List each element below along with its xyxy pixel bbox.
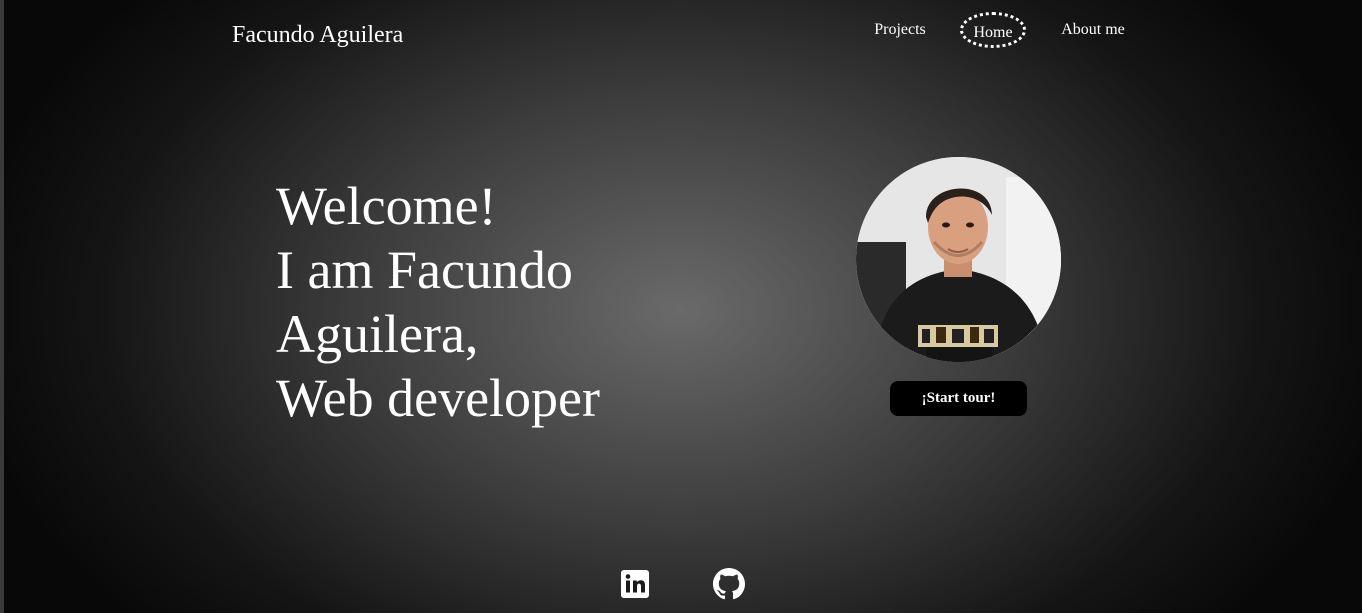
window-edge (0, 0, 4, 613)
start-tour-button[interactable]: ¡Start tour! (890, 381, 1027, 416)
hero-heading: Welcome! I am Facundo Aguilera, Web deve… (276, 174, 600, 430)
profile-photo-illustration (856, 157, 1061, 362)
nav-link-home[interactable]: Home (960, 12, 1026, 48)
github-link[interactable] (713, 568, 745, 600)
profile-photo (856, 157, 1061, 362)
nav-link-projects[interactable]: Projects (862, 10, 938, 50)
hero-line-role: Web developer (276, 368, 600, 428)
hero-line-name-1: I am Facundo (276, 240, 573, 300)
brand-name[interactable]: Facundo Aguilera (232, 19, 403, 51)
linkedin-icon (621, 570, 649, 598)
nav-link-about-me[interactable]: About me (1048, 10, 1138, 50)
linkedin-link[interactable] (619, 568, 651, 600)
github-icon (713, 568, 745, 600)
hero-line-welcome: Welcome! (276, 176, 497, 236)
hero-line-name-2: Aguilera, (276, 304, 479, 364)
